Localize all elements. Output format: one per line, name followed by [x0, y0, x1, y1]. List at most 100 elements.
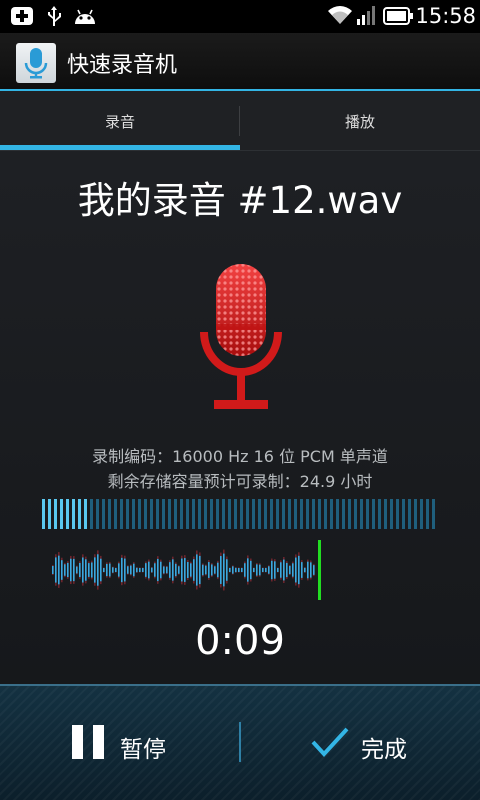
waveform-bar [214, 566, 216, 574]
action-bar: 快速录音机 [0, 33, 480, 89]
level-meter-segment [246, 499, 249, 529]
waveform-bar [220, 556, 222, 584]
status-time: 15:58 [415, 4, 476, 28]
level-meter-segment [186, 499, 189, 529]
waveform-bar [112, 567, 114, 573]
level-meter-segment [264, 499, 267, 529]
waveform-bar [106, 563, 108, 577]
level-meter-segment [282, 499, 285, 529]
level-meter-segment [228, 499, 231, 529]
level-meter-segment [90, 499, 93, 529]
level-meter-segment [216, 499, 219, 529]
waveform-bar [301, 562, 303, 578]
waveform-bar [55, 557, 57, 583]
level-meter-segment [390, 499, 393, 529]
level-meter-segment [108, 499, 111, 529]
waveform-bar [274, 561, 276, 579]
waveform-bar [151, 567, 153, 573]
waveform-bar [244, 563, 246, 577]
level-meter-segment [360, 499, 363, 529]
app-icon[interactable] [16, 43, 56, 83]
waveform-bar [61, 560, 63, 580]
waveform-bar [73, 558, 75, 582]
level-meter-segment [114, 499, 117, 529]
level-meter-segment [72, 499, 75, 529]
level-meter-segment [384, 499, 387, 529]
waveform-bar [94, 557, 96, 583]
waveform-bar [184, 558, 186, 582]
level-meter-segment [138, 499, 141, 529]
waveform-bar [109, 563, 111, 577]
tab-playback[interactable]: 播放 [240, 91, 480, 151]
waveform-bar [253, 568, 255, 572]
waveform-bar [307, 561, 309, 579]
waveform-bar [226, 559, 228, 581]
waveform-bar [241, 568, 243, 572]
waveform-bar [208, 562, 210, 578]
level-meter-segment [408, 499, 411, 529]
level-meter-segment [300, 499, 303, 529]
waveform-bar [205, 565, 207, 575]
waveform [52, 540, 321, 600]
level-meter-segment [42, 499, 45, 529]
waveform-bar [211, 564, 213, 576]
level-meter-segment [288, 499, 291, 529]
level-meter-segment [162, 499, 165, 529]
waveform-bar [178, 566, 180, 574]
waveform-bar [148, 561, 150, 579]
waveform-bar [166, 566, 168, 574]
tab-record-label: 录音 [104, 113, 135, 131]
app-title: 快速录音机 [67, 53, 178, 78]
waveform-bar [283, 559, 285, 581]
level-meter-segment [174, 499, 177, 529]
waveform-bar [250, 560, 252, 580]
waveform-bar [247, 558, 249, 582]
level-meter-segment [96, 499, 99, 529]
level-meter-segment [84, 499, 87, 529]
waveform-bar [142, 568, 144, 572]
waveform-bar [256, 564, 258, 576]
level-meter-segment [240, 499, 243, 529]
battery-icon [383, 7, 413, 25]
level-meter-segment [234, 499, 237, 529]
waveform-bar [229, 568, 231, 572]
waveform-bar [130, 565, 132, 575]
level-meter-segment [252, 499, 255, 529]
waveform-bar [298, 555, 300, 585]
level-meter-segment [258, 499, 261, 529]
waveform-bar [91, 562, 93, 578]
storage-info: 剩余存储容量预计可录制：24.9 小时 [107, 472, 373, 491]
level-meter-segment [126, 499, 129, 529]
done-button[interactable]: 完成 [241, 686, 479, 800]
waveform-bar [85, 559, 87, 581]
waveform-bar [100, 558, 102, 582]
waveform-bar [139, 568, 141, 572]
recording-panel [0, 151, 480, 684]
level-meter-segment [324, 499, 327, 529]
level-meter-segment [432, 499, 435, 529]
level-meter-segment [366, 499, 369, 529]
signal-icon [357, 6, 375, 25]
waveform-bar [271, 560, 273, 580]
pause-button[interactable]: 暂停 [0, 686, 238, 800]
level-meter-segment [396, 499, 399, 529]
waveform-bar [190, 563, 192, 577]
android-icon [75, 9, 95, 24]
check-icon [311, 727, 349, 757]
waveform-bar [292, 563, 294, 577]
recording-filename: 我的录音 #12.wav [77, 179, 403, 222]
usb-icon [48, 6, 61, 26]
microphone-icon[interactable] [198, 262, 284, 412]
waveform-bar [277, 568, 279, 572]
tab-record[interactable]: 录音 [0, 91, 240, 151]
waveform-bar [136, 567, 138, 573]
waveform-bar [154, 563, 156, 577]
waveform-bar [175, 563, 177, 577]
waveform-bar [82, 557, 84, 583]
waveform-bar [121, 557, 123, 583]
level-meter-segment [402, 499, 405, 529]
waveform-playhead [318, 540, 321, 600]
waveform-bar [64, 564, 66, 576]
done-label: 完成 [361, 737, 407, 763]
waveform-bar [79, 562, 81, 578]
